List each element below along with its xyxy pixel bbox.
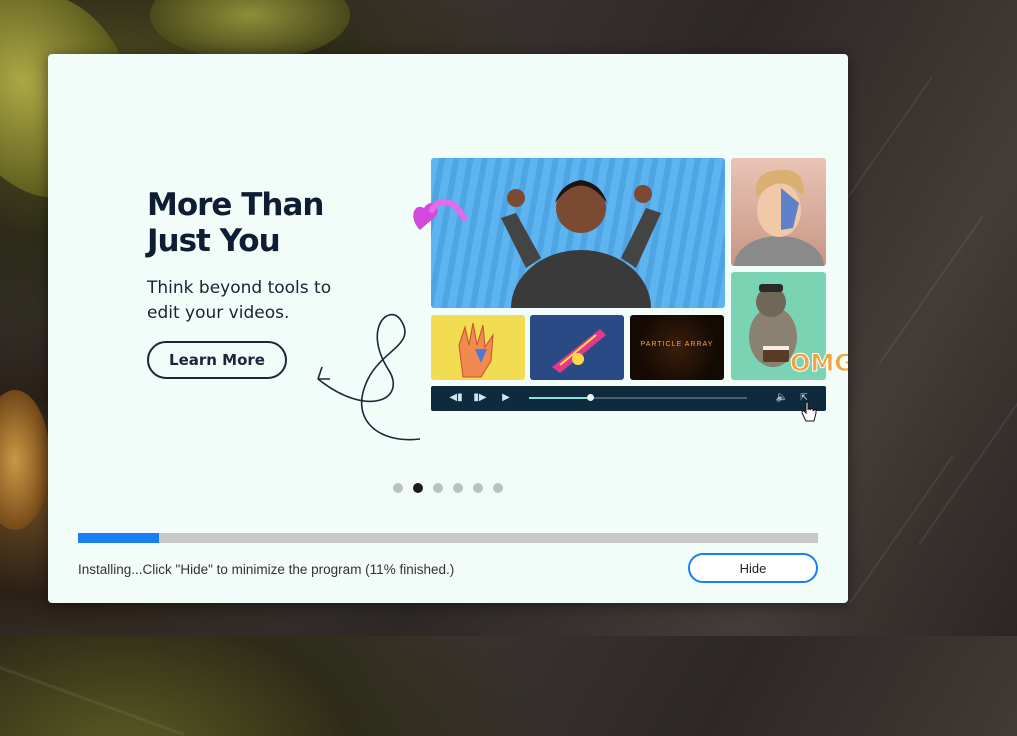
carousel-dot[interactable] — [473, 483, 483, 493]
volume-icon[interactable]: 🔈 — [775, 391, 789, 405]
carousel-dot[interactable] — [433, 483, 443, 493]
arrow-doodle-icon — [317, 313, 421, 441]
slide-subtitle-line1: Think beyond tools to — [147, 278, 332, 298]
heart-sticker-icon — [413, 199, 467, 230]
boat-thumbnail — [530, 315, 624, 380]
install-progress-bar — [78, 533, 818, 543]
installer-dialog: More Than Just You Think beyond tools to… — [48, 54, 848, 603]
video-seek-bar[interactable] — [529, 394, 747, 401]
omg-sticker-text: OMG — [790, 349, 848, 377]
slide-subtitle-line2: edit your videos. — [147, 303, 290, 323]
hand-graphic-thumbnail — [431, 315, 525, 380]
carousel-dot[interactable] — [393, 483, 403, 493]
video-player-bar: ◀▮ ▮▶ ▶ 🔈 ⇱ — [431, 386, 826, 411]
carousel-pagination — [393, 483, 503, 493]
particle-array-label: PARTICLE ARRAY — [640, 341, 714, 348]
slide-title: More Than Just You — [147, 187, 367, 259]
rewind-icon[interactable]: ◀▮ — [449, 391, 463, 405]
video-seek-fill — [529, 397, 591, 399]
video-seek-knob[interactable] — [587, 394, 595, 401]
slide-title-line1: More Than — [147, 187, 324, 223]
omg-sticker-icon: OMG — [790, 349, 849, 378]
learn-more-button[interactable]: Learn More — [147, 341, 287, 379]
step-forward-icon[interactable]: ▮▶ — [473, 391, 487, 405]
dancing-person-thumbnail — [431, 158, 725, 308]
carousel-dot[interactable] — [453, 483, 463, 493]
carousel-dot[interactable] — [493, 483, 503, 493]
hide-button[interactable]: Hide — [688, 553, 818, 583]
slide-title-line2: Just You — [147, 223, 281, 259]
video-collage: PARTICLE ARRAY ◀▮ ▮▶ ▶ 🔈 ⇱ — [431, 158, 828, 412]
particle-array-thumbnail: PARTICLE ARRAY — [630, 315, 724, 380]
hand-cursor-icon — [801, 401, 817, 422]
play-icon[interactable]: ▶ — [499, 391, 513, 405]
carousel-dot[interactable] — [413, 483, 423, 493]
install-status-text: Installing...Click "Hide" to minimize th… — [78, 562, 455, 577]
face-paint-thumbnail — [731, 158, 826, 266]
install-progress-fill — [78, 533, 160, 543]
